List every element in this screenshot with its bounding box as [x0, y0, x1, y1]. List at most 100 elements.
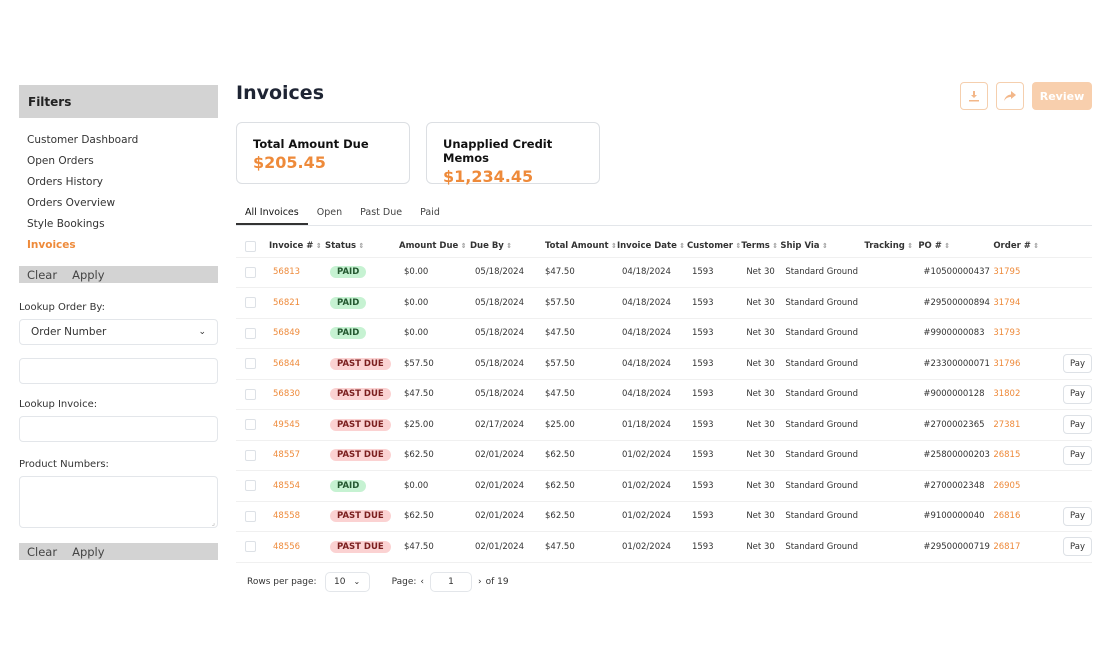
sort-icon[interactable]: ⇕ [504, 242, 512, 250]
order-link[interactable]: 31802 [993, 389, 1020, 399]
row-checkbox[interactable] [245, 327, 256, 339]
order-link[interactable]: 26905 [993, 481, 1020, 491]
row-checkbox[interactable] [245, 480, 256, 492]
page-input[interactable]: 1 [430, 571, 473, 592]
row-checkbox[interactable] [245, 419, 256, 431]
sort-icon[interactable]: ⇕ [770, 242, 778, 250]
sort-icon[interactable]: ⇕ [905, 242, 913, 250]
order-link[interactable]: 26817 [993, 542, 1020, 552]
order-link[interactable]: 31793 [993, 328, 1020, 338]
sort-icon[interactable]: ⇕ [1031, 242, 1039, 250]
invoice-link[interactable]: 56821 [269, 298, 300, 308]
cell-amount-due: $0.00 [399, 470, 470, 502]
column-header-ship-via[interactable]: Ship Via ⇕ [780, 236, 865, 258]
row-checkbox[interactable] [245, 388, 256, 400]
invoice-link[interactable]: 48556 [269, 542, 300, 552]
sidebar-item-customer-dashboard[interactable]: Customer Dashboard [27, 130, 218, 151]
row-checkbox[interactable] [245, 541, 256, 553]
clear-button[interactable]: Clear [27, 268, 57, 282]
invoice-link[interactable]: 56844 [269, 359, 300, 369]
product-numbers-textarea[interactable]: ⌟ [19, 476, 218, 528]
row-checkbox[interactable] [245, 266, 256, 278]
invoice-link[interactable]: 48557 [269, 450, 300, 460]
column-header-tracking[interactable]: Tracking ⇕ [864, 236, 919, 258]
order-link[interactable]: 27381 [993, 420, 1020, 430]
pay-button[interactable]: Pay [1063, 537, 1092, 557]
invoice-link[interactable]: 48554 [269, 481, 300, 491]
invoice-link[interactable]: 48558 [269, 511, 300, 521]
column-header-status[interactable]: Status ⇕ [325, 236, 399, 258]
cell-po: #2700002365 [918, 409, 994, 441]
tab-all-invoices[interactable]: All Invoices [236, 204, 308, 225]
sort-icon[interactable]: ⇕ [609, 242, 617, 250]
pay-button[interactable]: Pay [1063, 354, 1092, 374]
tab-paid[interactable]: Paid [411, 204, 449, 225]
cell-due-by: 02/17/2024 [470, 409, 545, 441]
invoice-link[interactable]: 49545 [269, 420, 300, 430]
tab-past-due[interactable]: Past Due [351, 204, 411, 225]
order-link[interactable]: 26815 [993, 450, 1020, 460]
lookup-invoice-input[interactable] [19, 416, 218, 442]
sidebar-item-open-orders[interactable]: Open Orders [27, 151, 218, 172]
column-header-po-[interactable]: PO # ⇕ [918, 236, 994, 258]
cell-amount-due: $62.50 [399, 501, 470, 532]
rows-per-page-select[interactable]: 10 ⌄ [324, 571, 370, 592]
pay-button[interactable]: Pay [1063, 384, 1092, 404]
cell-ship: Standard Ground [780, 470, 865, 502]
select-all-checkbox[interactable] [245, 240, 256, 252]
column-header-due-by[interactable]: Due By ⇕ [470, 236, 545, 258]
column-header-invoice-date[interactable]: Invoice Date ⇕ [616, 236, 687, 258]
sort-icon[interactable]: ⇕ [820, 242, 828, 250]
sidebar-item-style-bookings[interactable]: Style Bookings [27, 214, 218, 235]
sort-icon[interactable]: ⇕ [313, 242, 322, 250]
invoice-link[interactable]: 56849 [269, 328, 300, 338]
column-header-amount-due[interactable]: Amount Due ⇕ [399, 236, 470, 258]
order-link[interactable]: 26816 [993, 511, 1020, 521]
column-header-terms[interactable]: Terms ⇕ [741, 236, 781, 258]
row-checkbox[interactable] [245, 510, 256, 522]
column-label: Tracking [864, 241, 905, 252]
row-checkbox[interactable] [245, 358, 256, 370]
sort-icon[interactable]: ⇕ [458, 242, 467, 250]
column-header-customer[interactable]: Customer ⇕ [686, 236, 742, 258]
pay-button[interactable]: Pay [1063, 445, 1092, 465]
review-button[interactable]: Review [1032, 82, 1092, 110]
tab-open[interactable]: Open [308, 204, 351, 225]
row-select-cell [236, 531, 269, 563]
lookup-order-select[interactable]: Order Number ⌄ [19, 319, 218, 345]
cell-terms: Net 30 [741, 409, 781, 441]
sort-icon[interactable]: ⇕ [677, 242, 685, 250]
order-number-input[interactable] [19, 358, 218, 384]
sidebar-item-orders-history[interactable]: Orders History [27, 172, 218, 193]
order-link[interactable]: 31796 [993, 359, 1020, 369]
page-label: Page: [391, 576, 417, 587]
cell-invoice: 56813 [269, 257, 325, 288]
order-link[interactable]: 31795 [993, 267, 1020, 277]
resize-handle-icon[interactable]: ⌟ [212, 519, 215, 527]
row-checkbox[interactable] [245, 297, 256, 309]
sort-icon[interactable]: ⇕ [356, 242, 365, 250]
sort-icon[interactable]: ⇕ [942, 242, 950, 250]
download-button[interactable] [960, 82, 988, 110]
prev-page-icon[interactable]: ‹ [420, 577, 424, 587]
status-badge: PAST DUE [330, 449, 391, 462]
cell-tracking [864, 409, 919, 441]
sort-icon[interactable]: ⇕ [733, 242, 741, 250]
row-checkbox[interactable] [245, 449, 256, 461]
pay-button[interactable]: Pay [1063, 415, 1092, 435]
invoice-link[interactable]: 56830 [269, 389, 300, 399]
column-header-invoice-[interactable]: Invoice # ⇕ [269, 236, 325, 258]
next-page-icon[interactable]: › [478, 577, 482, 587]
apply-button[interactable]: Apply [72, 268, 104, 282]
column-header-order-[interactable]: Order # ⇕ [993, 236, 1054, 258]
due-by-text: 05/18/2024 [475, 328, 524, 339]
sidebar-item-invoices[interactable]: Invoices [27, 235, 218, 256]
column-header-total-amount[interactable]: Total Amount ⇕ [545, 236, 617, 258]
order-link[interactable]: 31794 [993, 298, 1020, 308]
pay-button[interactable]: Pay [1063, 506, 1092, 526]
invoice-link[interactable]: 56813 [269, 267, 300, 277]
share-button[interactable] [996, 82, 1024, 110]
apply-filters-button[interactable]: Apply [72, 545, 104, 559]
clear-filters-button[interactable]: Clear [27, 545, 57, 559]
sidebar-item-orders-overview[interactable]: Orders Overview [27, 193, 218, 214]
